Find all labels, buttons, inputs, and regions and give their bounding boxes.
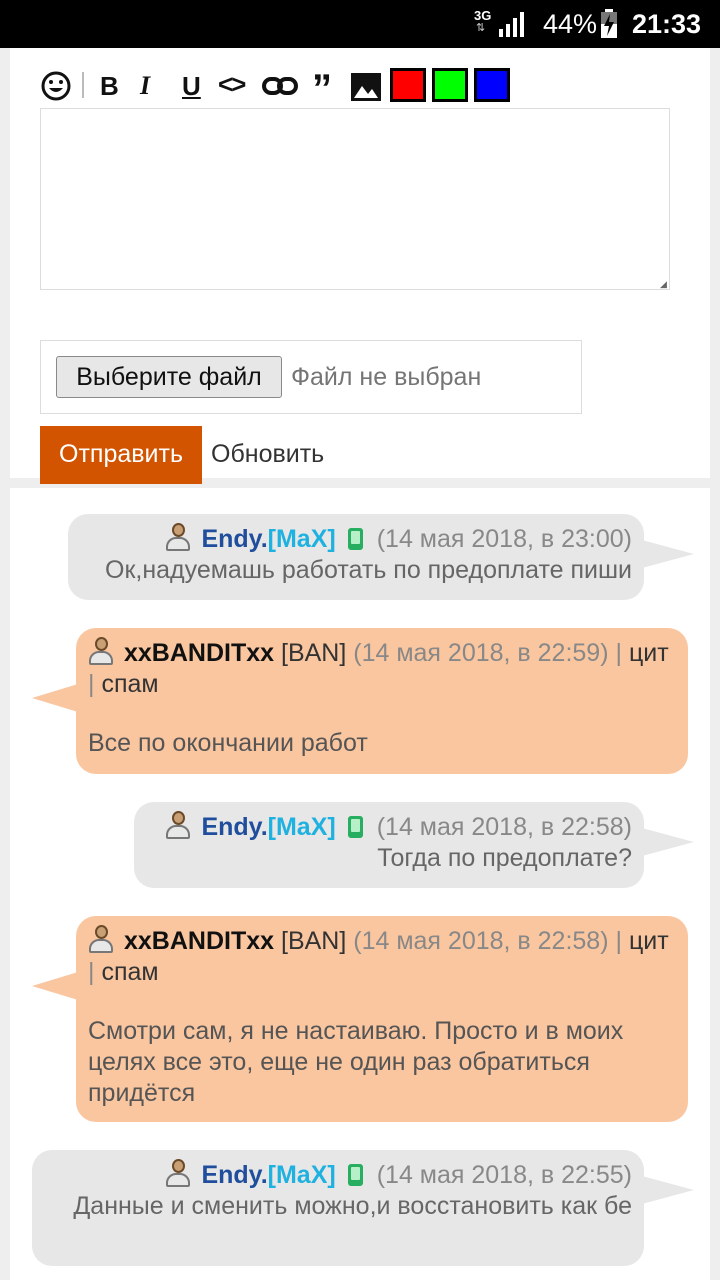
quote-link[interactable]: цит xyxy=(629,927,669,955)
link-icon[interactable] xyxy=(262,74,298,98)
author-nick[interactable]: Endy. xyxy=(201,813,267,841)
message-text: Ок,надуемашь работать по предоплате пиши xyxy=(105,556,632,584)
author-clan[interactable]: [MaX] xyxy=(268,1161,336,1189)
author-nick[interactable]: xxBANDITxx xyxy=(124,639,274,667)
message-text: Смотри сам, я не настаиваю. Просто и в м… xyxy=(88,1017,624,1107)
bold-button[interactable]: B xyxy=(100,70,119,102)
message-item: Endy.[MaX] (14 мая 2018, в 23:00) Ок,наду… xyxy=(68,514,694,600)
author-nick[interactable]: Endy. xyxy=(201,525,267,553)
spam-link[interactable]: спам xyxy=(101,670,158,698)
message-time: (14 мая 2018, в 22:55) xyxy=(376,1161,632,1189)
battery-percent: 44% xyxy=(543,9,598,39)
message-item: Endy.[MaX] (14 мая 2018, в 22:58) Тогда п… xyxy=(134,802,694,888)
author-rank: [BAN] xyxy=(281,927,347,955)
separator: | xyxy=(88,958,95,986)
file-status-text: Файл не выбран xyxy=(291,363,482,391)
message-item: xxBANDITxx [BAN] (14 мая 2018, в 22:58) … xyxy=(32,916,688,1122)
image-icon[interactable] xyxy=(350,72,382,102)
separator: | xyxy=(615,639,623,667)
message-textarea[interactable] xyxy=(40,108,670,290)
data-activity-icon: ⇅ xyxy=(476,22,486,34)
mobile-icon xyxy=(347,1164,363,1186)
refresh-link[interactable]: Обновить xyxy=(211,437,324,471)
quote-button[interactable]: ” xyxy=(312,69,332,109)
message-item: xxBANDITxx [BAN] (14 мая 2018, в 22:59) … xyxy=(32,628,688,774)
message-header: xxBANDITxx [BAN] (14 мая 2018, в 22:59) … xyxy=(88,636,676,700)
user-avatar-icon[interactable] xyxy=(88,636,114,666)
compose-form: B I U <> ” ◢ Выберите файл Файл не выбра… xyxy=(10,30,710,484)
message-header: Endy.[MaX] (14 мая 2018, в 22:55) xyxy=(44,1158,632,1191)
file-upload: Выберите файл Файл не выбран xyxy=(40,340,582,414)
quote-link[interactable]: цит xyxy=(629,639,669,667)
message-time: (14 мая 2018, в 23:00) xyxy=(376,525,632,553)
mobile-icon xyxy=(347,528,363,550)
message-time: (14 мая 2018, в 22:58) xyxy=(353,927,609,955)
separator: | xyxy=(88,670,95,698)
message-text: Тогда по предоплате? xyxy=(377,844,632,872)
message-header: xxBANDITxx [BAN] (14 мая 2018, в 22:58) … xyxy=(88,924,676,988)
message-item: Endy.[MaX] (14 мая 2018, в 22:55) Данные … xyxy=(32,1150,694,1266)
status-bar: 3G ⇅ 44% 21:33 xyxy=(0,0,720,48)
clock: 21:33 xyxy=(632,9,702,39)
signal-icon xyxy=(499,12,524,37)
mobile-icon xyxy=(347,816,363,838)
textarea-resize-handle[interactable]: ◢ xyxy=(660,280,667,289)
user-avatar-icon[interactable] xyxy=(88,924,114,954)
author-clan[interactable]: [MaX] xyxy=(268,525,336,553)
user-avatar-icon[interactable] xyxy=(165,1158,191,1188)
color-red-swatch[interactable] xyxy=(390,68,426,102)
message-text: Все по окончании работ xyxy=(88,729,368,757)
author-rank: [BAN] xyxy=(281,639,347,667)
italic-button[interactable]: I xyxy=(140,70,150,102)
choose-file-button[interactable]: Выберите файл xyxy=(56,356,282,398)
author-nick[interactable]: Endy. xyxy=(201,1161,267,1189)
network-type: 3G xyxy=(474,8,492,23)
color-blue-swatch[interactable] xyxy=(474,68,510,102)
toolbar-separator xyxy=(82,72,84,98)
message-time: (14 мая 2018, в 22:58) xyxy=(376,813,632,841)
user-avatar-icon[interactable] xyxy=(165,522,191,552)
author-clan[interactable]: [MaX] xyxy=(268,813,336,841)
spam-link[interactable]: спам xyxy=(101,958,158,986)
smiley-icon[interactable] xyxy=(40,70,72,102)
message-header: Endy.[MaX] (14 мая 2018, в 23:00) xyxy=(80,522,632,555)
separator: | xyxy=(615,927,623,955)
user-avatar-icon[interactable] xyxy=(165,810,191,840)
author-nick[interactable]: xxBANDITxx xyxy=(124,927,274,955)
color-green-swatch[interactable] xyxy=(432,68,468,102)
send-button[interactable]: Отправить xyxy=(40,426,202,484)
underline-button[interactable]: U xyxy=(182,70,201,102)
message-time: (14 мая 2018, в 22:59) xyxy=(353,639,609,667)
battery-charging-icon xyxy=(601,9,617,38)
code-button[interactable]: <> xyxy=(218,68,246,100)
message-header: Endy.[MaX] (14 мая 2018, в 22:58) xyxy=(146,810,632,843)
message-text: Данные и сменить можно,и восстановить ка… xyxy=(73,1192,632,1220)
